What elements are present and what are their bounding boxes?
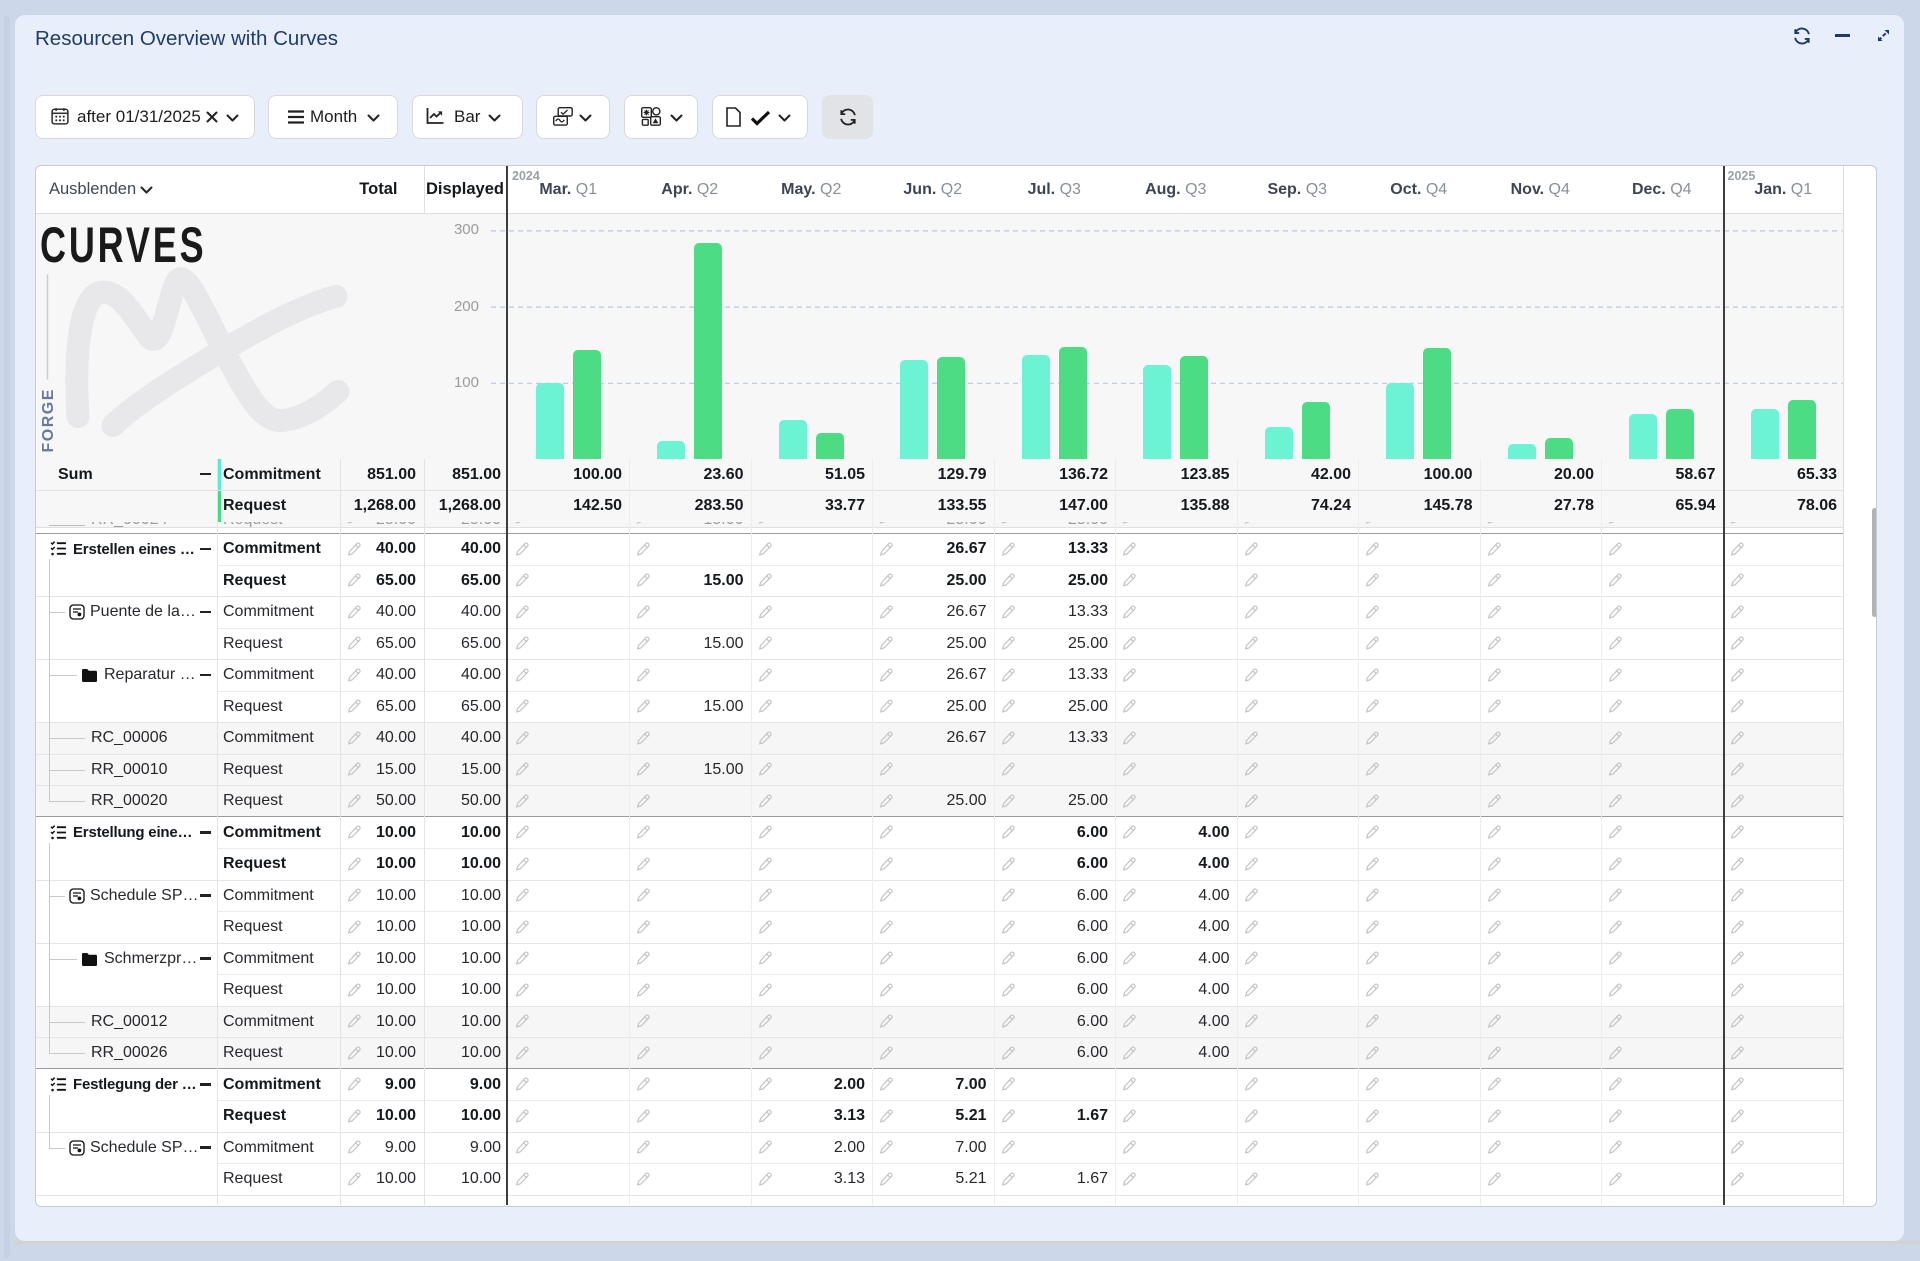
svg-text:FORGE: FORGE [40, 388, 57, 452]
svg-text:CURVES: CURVES [40, 218, 207, 273]
